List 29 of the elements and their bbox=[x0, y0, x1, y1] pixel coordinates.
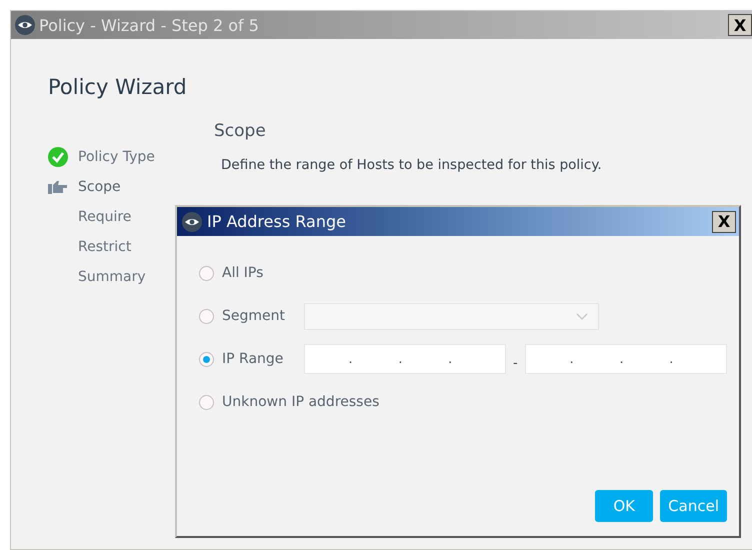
section-title: Scope bbox=[214, 121, 267, 141]
radio-label: Unknown IP addresses bbox=[222, 394, 380, 410]
section-description: Define the range of Hosts to be inspected for this policy. bbox=[221, 157, 602, 173]
dialog-title: IP Address Range bbox=[207, 212, 347, 231]
ip-address-field[interactable]: . . . bbox=[524, 344, 728, 374]
wizard-step: Restrict bbox=[78, 238, 132, 254]
radio-label: IP Range bbox=[222, 351, 284, 367]
radio-button[interactable] bbox=[199, 308, 214, 324]
wizard-step: Require bbox=[78, 208, 132, 224]
range-separator: - bbox=[512, 354, 519, 370]
ip-address-field[interactable]: . . . bbox=[304, 344, 506, 374]
radio-button[interactable] bbox=[199, 394, 214, 410]
wizard-step: Summary bbox=[78, 268, 146, 284]
pointing-hand-icon bbox=[48, 180, 68, 194]
chevron-down-icon bbox=[576, 312, 588, 320]
wizard-heading: Policy Wizard bbox=[48, 75, 188, 99]
eye-icon bbox=[182, 212, 202, 232]
close-button[interactable]: X bbox=[712, 210, 736, 232]
radio-button[interactable] bbox=[199, 266, 214, 280]
window-title: Policy - Wizard - Step 2 of 5 bbox=[39, 16, 260, 34]
radio-label: All IPs bbox=[222, 265, 264, 281]
radio-button[interactable] bbox=[199, 352, 214, 366]
checkmark-icon bbox=[48, 146, 68, 166]
close-button[interactable]: X bbox=[728, 14, 752, 36]
dropdown[interactable] bbox=[304, 302, 599, 330]
wizard-step: Policy Type bbox=[78, 148, 155, 164]
wizard-step: Scope bbox=[78, 178, 121, 194]
eye-icon bbox=[15, 15, 35, 35]
radio-label: Segment bbox=[222, 308, 286, 324]
